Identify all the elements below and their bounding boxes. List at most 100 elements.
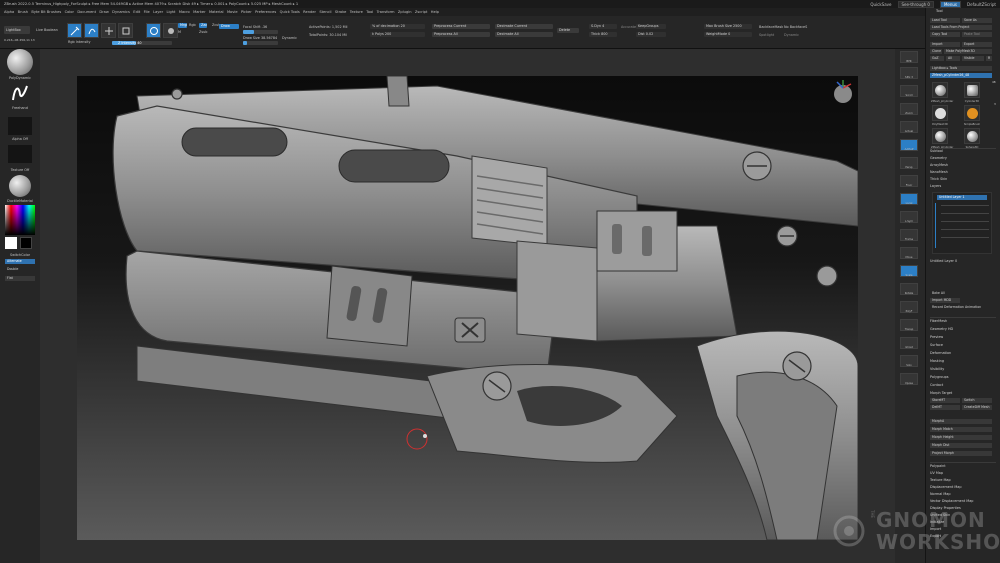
menu-zplugin[interactable]: Zplugin bbox=[398, 10, 412, 14]
rgb-toggle[interactable]: Rgb bbox=[189, 23, 196, 27]
backface-mask-toggle[interactable]: BackfaceMask bbox=[759, 25, 783, 29]
s-dyn-slider[interactable]: S.Dyn 4 bbox=[589, 24, 617, 29]
max-brush-size-slider[interactable]: Max Brush Size 2500 bbox=[704, 24, 752, 29]
layers-section[interactable]: Layers bbox=[930, 184, 941, 188]
section-fibermesh[interactable]: FiberMesh bbox=[930, 319, 947, 323]
menu-help[interactable]: Help bbox=[431, 10, 439, 14]
quicksave-button[interactable]: QuickSave bbox=[870, 2, 891, 7]
morph-match-slider[interactable]: Morph Match bbox=[930, 427, 992, 432]
tool-thumb-zmesh-2[interactable]: ZMesh_pCylinder bbox=[931, 128, 953, 149]
zoom-button[interactable]: Zoom bbox=[900, 103, 918, 115]
floor-button[interactable]: Floor bbox=[900, 175, 918, 187]
decimate-all-button[interactable]: Decimate All bbox=[495, 32, 553, 37]
menu-light[interactable]: Light bbox=[166, 10, 175, 14]
tool-thumb-polymesh3d[interactable]: PolyMesh3D bbox=[932, 105, 948, 126]
section-polygroups[interactable]: Polygroups bbox=[930, 375, 949, 379]
switch-button[interactable]: Switch bbox=[962, 398, 992, 403]
alternate-toggle[interactable]: Alternate bbox=[5, 259, 35, 264]
thick-slider[interactable]: Thick 800 bbox=[589, 32, 617, 37]
spotlight-toggle[interactable]: Spotlight bbox=[759, 33, 774, 37]
switch-color-button[interactable]: SwitchColor bbox=[0, 253, 40, 257]
dist-slider[interactable]: Dist 0.02 bbox=[636, 32, 666, 37]
delete-button[interactable]: Delete bbox=[557, 28, 579, 33]
menu-edit[interactable]: Edit bbox=[133, 10, 140, 14]
scale-button[interactable]: Scale bbox=[900, 265, 918, 277]
alpha-thumbnail[interactable] bbox=[8, 117, 32, 135]
r-button[interactable]: R bbox=[986, 56, 992, 61]
load-tool-button[interactable]: Load Tool bbox=[930, 18, 960, 23]
menu-tool[interactable]: Tool bbox=[366, 10, 373, 14]
menu-brush[interactable]: Brush bbox=[18, 10, 28, 14]
draw-button[interactable]: Draw bbox=[219, 24, 239, 29]
section-texture-map[interactable]: Texture Map bbox=[930, 478, 951, 482]
paste-tool-button[interactable]: Paste Tool bbox=[962, 32, 992, 37]
menus-toggle[interactable]: Menus bbox=[939, 0, 962, 8]
secondary-color-swatch[interactable] bbox=[20, 237, 32, 249]
actual-button[interactable]: Actual bbox=[900, 121, 918, 133]
brush-thumbnail[interactable] bbox=[7, 49, 33, 75]
main-color-swatch[interactable] bbox=[5, 237, 17, 249]
section-uv-map[interactable]: UV Map bbox=[930, 471, 943, 475]
create-diff-mesh-button[interactable]: CreateDiff Mesh bbox=[962, 405, 992, 410]
del-mt-button[interactable]: DelMT bbox=[930, 405, 960, 410]
menu-material[interactable]: Material bbox=[209, 10, 224, 14]
no-backfaces-toggle[interactable]: No BackfaceS bbox=[784, 25, 807, 29]
gizmo-button[interactable] bbox=[163, 23, 178, 38]
menu-picker[interactable]: Picker bbox=[241, 10, 252, 14]
xpose-button[interactable]: Xpose bbox=[900, 373, 918, 385]
section-vector-displacement-map[interactable]: Vector Displacement Map bbox=[930, 499, 973, 503]
scroll-button[interactable]: Scroll bbox=[900, 85, 918, 97]
local-button[interactable]: Local bbox=[900, 193, 918, 205]
menu-stencil[interactable]: Stencil bbox=[319, 10, 331, 14]
lightbox-button[interactable]: LightBox bbox=[4, 26, 30, 34]
material-thumbnail[interactable] bbox=[9, 175, 31, 197]
menu-color[interactable]: Color bbox=[65, 10, 74, 14]
thick-skin-section[interactable]: Thick Skin bbox=[930, 177, 947, 181]
tool-thumb-simplebrush[interactable]: SimpleBrush bbox=[964, 105, 980, 126]
menu-stroke[interactable]: Stroke bbox=[335, 10, 346, 14]
nanomesh-section[interactable]: NanoMesh bbox=[930, 170, 948, 174]
edit-mode-button[interactable] bbox=[67, 23, 82, 38]
tool-thumb-cylinder3d[interactable]: Cylinder3D bbox=[964, 82, 980, 103]
move-mode-button[interactable] bbox=[101, 23, 116, 38]
decimation-slider[interactable]: % of decimation 20 bbox=[370, 24, 425, 29]
morph-a-slider[interactable]: MorphA bbox=[930, 419, 992, 424]
flat-toggle[interactable]: Flat bbox=[5, 276, 35, 281]
menu-texture[interactable]: Texture bbox=[350, 10, 363, 14]
section-morph-target[interactable]: Morph Target bbox=[930, 391, 952, 395]
tool-thumb-sphere3d[interactable]: Sphere3D bbox=[964, 128, 980, 149]
rotate-button[interactable]: Rotate bbox=[900, 283, 918, 295]
k-polys-slider[interactable]: k Polys 200 bbox=[370, 32, 425, 37]
menu-render[interactable]: Render bbox=[303, 10, 316, 14]
draw-mode-button[interactable] bbox=[84, 23, 99, 38]
record-deformation-button[interactable]: Record Deformation Animation bbox=[930, 305, 992, 310]
section-displacement-map[interactable]: Displacement Map bbox=[930, 485, 962, 489]
focal-shift-slider[interactable] bbox=[243, 30, 278, 34]
menu-marker[interactable]: Marker bbox=[193, 10, 205, 14]
color-picker[interactable] bbox=[5, 205, 35, 235]
menu-byte-bit-brushes[interactable]: Byte Bit Brushes bbox=[31, 10, 61, 14]
import-mdd-button[interactable]: Import MDD bbox=[930, 298, 960, 303]
mrgb-toggle[interactable]: Mrgb bbox=[178, 23, 187, 28]
export-button[interactable]: Export bbox=[962, 42, 992, 47]
import-button[interactable]: Import bbox=[930, 42, 960, 47]
bpr-render-button[interactable]: BPR bbox=[900, 51, 918, 63]
section-geometry-hd[interactable]: Geometry HD bbox=[930, 327, 953, 331]
transp-button[interactable]: Transp bbox=[900, 319, 918, 331]
morph-dist-slider[interactable]: Morph Dist bbox=[930, 443, 992, 448]
subtool-section[interactable]: Subtool bbox=[930, 149, 943, 153]
default-zscript-button[interactable]: DefaultZScript bbox=[967, 2, 996, 7]
keep-groups-toggle[interactable]: KeepGroups bbox=[636, 24, 666, 29]
tool-thumb-zmesh-1[interactable]: ZMesh_pCylinder bbox=[931, 82, 953, 103]
geometry-section[interactable]: Geometry bbox=[930, 156, 947, 160]
section-visibility[interactable]: Visibility bbox=[930, 367, 944, 371]
persp-button[interactable]: Persp bbox=[900, 157, 918, 169]
menu-draw[interactable]: Draw bbox=[99, 10, 108, 14]
current-tool-selector[interactable]: ZMesh_pCylinder26_48 bbox=[930, 73, 992, 78]
lsym-button[interactable]: L.Sym bbox=[900, 211, 918, 223]
aahalf-button[interactable]: AAHalf bbox=[900, 139, 918, 151]
visible-button[interactable]: Visible bbox=[962, 56, 984, 61]
menu-macro[interactable]: Macro bbox=[179, 10, 190, 14]
gun-sculpt-model[interactable] bbox=[77, 76, 858, 540]
layer-row-1[interactable]: Untitled Layer 1 bbox=[937, 195, 987, 200]
